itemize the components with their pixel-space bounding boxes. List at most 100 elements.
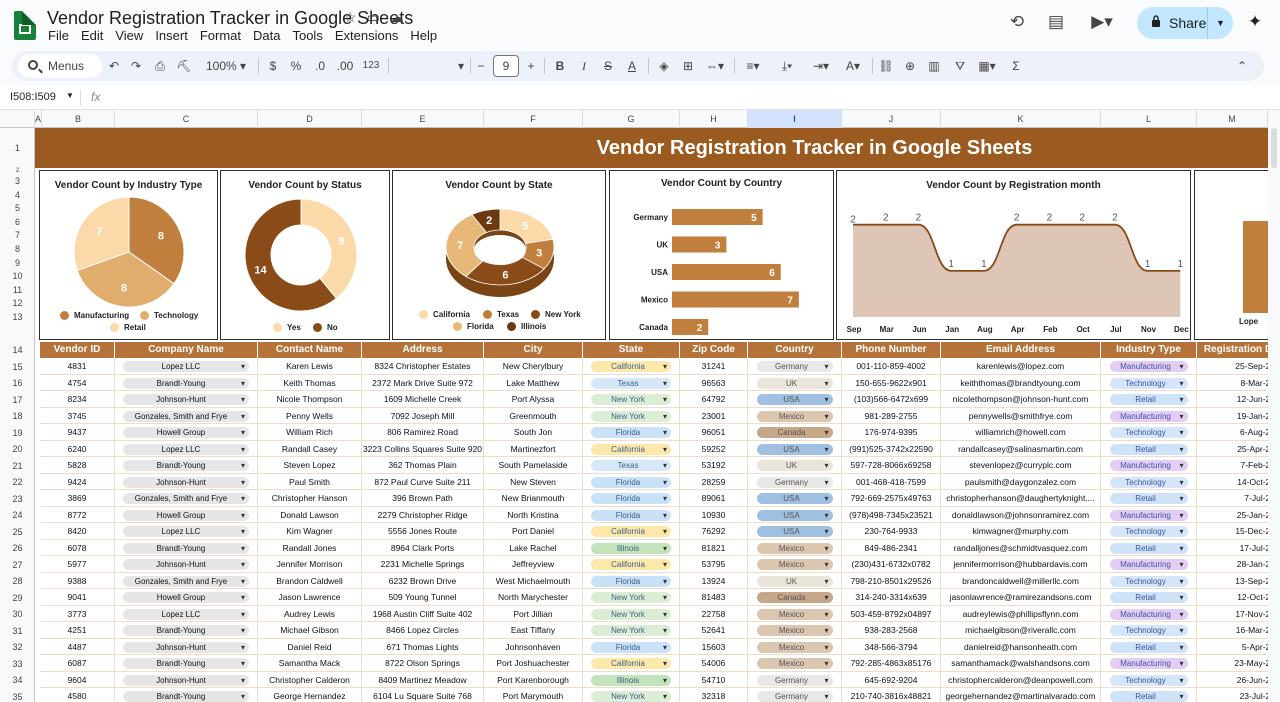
cell-phone-number[interactable]: (991)525-3742x22590 xyxy=(842,440,941,457)
dropdown-chip[interactable]: Retail xyxy=(1109,641,1188,653)
dropdown-chip[interactable]: Brandt-Young xyxy=(123,460,249,472)
cell-email-address[interactable]: stevenlopez@curryplc.com xyxy=(941,457,1101,473)
cell-company-name[interactable]: Gonzales, Smith and Frye xyxy=(115,490,258,506)
cell-country[interactable]: USA xyxy=(748,490,842,506)
cell-zip-code[interactable]: 81483 xyxy=(680,589,748,605)
cell-phone-number[interactable]: 792-285-4863x85176 xyxy=(842,655,941,671)
table-row[interactable]: 3773 Lopez LLC Audrey Lewis1968 Austin Cli… xyxy=(40,605,1268,622)
table-row[interactable]: 5977 Johnson-Hunt Jennifer Morrison2231 Mi… xyxy=(40,556,1268,573)
sheets-logo-icon[interactable] xyxy=(14,11,36,40)
dropdown-chip[interactable]: Retail xyxy=(1109,542,1188,554)
cell-address[interactable]: 2279 Christopher Ridge xyxy=(362,506,484,523)
cell-vendor-id[interactable]: 8234 xyxy=(40,391,115,407)
row-header-31[interactable]: 31 xyxy=(0,623,35,640)
row-header-20[interactable]: 20 xyxy=(0,441,35,458)
currency-button[interactable]: $ xyxy=(266,51,280,81)
dropdown-chip[interactable]: Technology xyxy=(1109,625,1188,637)
cell-registration-d[interactable]: 19-Jan-24 xyxy=(1197,408,1268,424)
dropdown-chip[interactable]: Florida xyxy=(591,476,671,488)
zoom-select[interactable]: 100% ▾ xyxy=(200,51,252,81)
cell-city[interactable]: West Michaelmouth xyxy=(484,572,583,589)
cell-zip-code[interactable]: 81821 xyxy=(680,539,748,556)
dropdown-chip[interactable]: New York xyxy=(591,691,671,702)
cell-email-address[interactable]: samanthamack@walshandsons.com xyxy=(941,655,1101,671)
dropdown-chip[interactable]: Brandt-Young xyxy=(123,658,249,670)
print-icon[interactable]: ⎙ xyxy=(150,51,170,81)
dropdown-chip[interactable]: Mexico xyxy=(756,641,833,653)
cell-address[interactable]: 6232 Brown Drive xyxy=(362,572,484,589)
table-row[interactable]: 8420 Lopez LLC Kim Wagner5556 Jones RouteP… xyxy=(40,523,1268,540)
cell-contact-name[interactable]: Jason Lawrence xyxy=(258,589,362,605)
dropdown-chip[interactable]: Brandt-Young xyxy=(123,691,249,702)
cell-zip-code[interactable]: 76292 xyxy=(680,523,748,539)
star-icon[interactable]: ☆ xyxy=(344,9,357,26)
dropdown-chip[interactable]: Howell Group xyxy=(123,427,249,439)
dropdown-chip[interactable]: California xyxy=(591,559,671,571)
cell-company-name[interactable]: Howell Group xyxy=(115,589,258,605)
dropdown-chip[interactable]: Germany xyxy=(756,691,833,702)
dropdown-chip[interactable]: UK xyxy=(756,575,833,587)
decrease-font-size-icon[interactable]: − xyxy=(474,51,488,81)
cell-industry-type[interactable]: Retail xyxy=(1101,391,1197,407)
cell-vendor-id[interactable]: 9041 xyxy=(40,589,115,605)
cell-city[interactable]: Lake Matthew xyxy=(484,374,583,391)
cell-industry-type[interactable]: Technology xyxy=(1101,424,1197,440)
dropdown-chip[interactable]: Florida xyxy=(591,641,671,653)
cell-country[interactable]: Germany xyxy=(748,671,842,688)
dropdown-chip[interactable]: Lopez LLC xyxy=(123,608,249,620)
cell-industry-type[interactable]: Technology xyxy=(1101,671,1197,688)
menu-item-format[interactable]: Format xyxy=(200,28,247,43)
cell-industry-type[interactable]: Retail xyxy=(1101,539,1197,556)
cell-address[interactable]: 6104 Lu Square Suite 768 xyxy=(362,688,484,702)
collapse-toolbar-icon[interactable]: ⌃ xyxy=(1234,51,1250,81)
row-header-32[interactable]: 32 xyxy=(0,639,35,656)
cell-zip-code[interactable]: 31241 xyxy=(680,358,748,374)
cell-registration-d[interactable]: 28-Jan-24 xyxy=(1197,556,1268,572)
cell-phone-number[interactable]: 314-240-3314x639 xyxy=(842,589,941,605)
undo-icon[interactable]: ↶ xyxy=(104,51,124,81)
cell-phone-number[interactable]: 597-728-8066x69258 xyxy=(842,457,941,473)
increase-decimal-button[interactable]: .00 xyxy=(334,51,356,81)
dropdown-chip[interactable]: Technology xyxy=(1109,377,1188,389)
table-row[interactable]: 9041 Howell Group Jason Lawrence509 Young … xyxy=(40,589,1268,606)
cell-state[interactable]: California xyxy=(583,523,680,539)
cell-country[interactable]: Mexico xyxy=(748,622,842,638)
cell-industry-type[interactable]: Technology xyxy=(1101,572,1197,589)
dropdown-chip[interactable]: California xyxy=(591,658,671,670)
table-row[interactable]: 4580 Brandt-Young George Hernandez6104 Lu … xyxy=(40,688,1268,702)
cell-state[interactable]: New York xyxy=(583,407,680,424)
dropdown-chip[interactable]: Manufacturing xyxy=(1109,410,1188,422)
dropdown-chip[interactable]: Manufacturing xyxy=(1109,509,1188,521)
dropdown-chip[interactable]: Technology xyxy=(1109,476,1188,488)
table-row[interactable]: 3869 Gonzales, Smith and Frye Christopher … xyxy=(40,490,1268,507)
dropdown-chip[interactable]: California xyxy=(591,361,671,373)
row-header-5[interactable]: 5 xyxy=(0,202,35,216)
row-header-23[interactable]: 23 xyxy=(0,491,35,508)
cell-state[interactable]: Florida xyxy=(583,473,680,490)
dropdown-chip[interactable]: Mexico xyxy=(756,410,833,422)
row-header-30[interactable]: 30 xyxy=(0,606,35,623)
column-header-k[interactable]: K xyxy=(941,110,1101,128)
text-color-icon[interactable]: A xyxy=(624,51,640,81)
dropdown-chip[interactable]: Florida xyxy=(591,427,671,439)
dropdown-chip[interactable]: Brandt-Young xyxy=(123,625,249,637)
dropdown-chip[interactable]: Canada xyxy=(756,592,833,604)
cell-state[interactable]: New York xyxy=(583,391,680,407)
cell-address[interactable]: 396 Brown Path xyxy=(362,490,484,506)
cell-zip-code[interactable]: 23001 xyxy=(680,407,748,424)
cell-phone-number[interactable]: 001-110-859-4002 xyxy=(842,358,941,374)
cell-company-name[interactable]: Brandt-Young xyxy=(115,655,258,671)
dropdown-chip[interactable]: Illinois xyxy=(591,674,671,686)
dropdown-chip[interactable]: Manufacturing xyxy=(1109,460,1188,472)
table-row[interactable]: 6078 Brandt-Young Randall Jones8964 Clark … xyxy=(40,539,1268,556)
cell-registration-d[interactable]: 15-Dec-24 xyxy=(1197,523,1268,539)
name-box-dropdown-icon[interactable]: ▼ xyxy=(66,91,74,100)
dropdown-chip[interactable]: Florida xyxy=(591,575,671,587)
row-header-11[interactable]: 11 xyxy=(0,284,35,298)
cell-contact-name[interactable]: Brandon Caldwell xyxy=(258,572,362,589)
cell-email-address[interactable]: paulsmith@daygonzalez.com xyxy=(941,473,1101,490)
cell-address[interactable]: 5556 Jones Route xyxy=(362,523,484,539)
cell-zip-code[interactable]: 54710 xyxy=(680,671,748,688)
cell-registration-d[interactable]: 26-Jun-24 xyxy=(1197,672,1268,688)
cell-vendor-id[interactable]: 8420 xyxy=(40,523,115,539)
